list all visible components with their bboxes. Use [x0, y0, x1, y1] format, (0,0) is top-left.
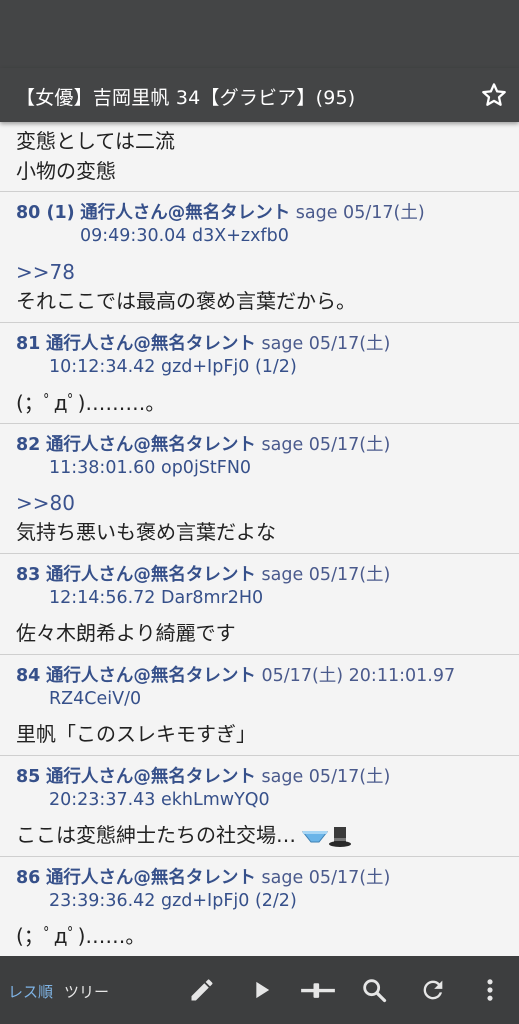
post-author[interactable]: 通行人さん@無名タレント: [46, 666, 256, 686]
post-85[interactable]: 85 通行人さん@無名タレント sage 05/17(土) 20:23:37.4…: [0, 756, 519, 857]
post-number[interactable]: 84: [16, 666, 40, 686]
briefs-icon: [302, 830, 329, 842]
tab-res-order[interactable]: レス順: [8, 981, 53, 1002]
post-id[interactable]: 11:38:01.60 op0jStFN0: [49, 457, 251, 480]
post-id[interactable]: 20:23:37.43 ekhLmwYQ0: [49, 789, 270, 812]
post-author[interactable]: 通行人さん@無名タレント: [46, 334, 256, 354]
more-vert-icon[interactable]: [476, 976, 504, 1004]
post-header: 86 通行人さん@無名タレント sage 05/17(土): [16, 867, 511, 890]
post-header: 82 通行人さん@無名タレント sage 05/17(土): [16, 434, 511, 457]
post-meta: sage 05/17(土): [261, 565, 391, 585]
post-header: 84 通行人さん@無名タレント 05/17(土) 20:11:01.97: [16, 665, 511, 688]
post-meta: sage 05/17(土): [261, 767, 391, 787]
slider-icon[interactable]: [300, 976, 336, 1004]
thread-content[interactable]: 変態としては二流 小物の変態 80 (1) 通行人さん@無名タレント sage …: [0, 122, 519, 956]
post-meta: sage 05/17(土): [261, 334, 391, 354]
post-header: 80 (1) 通行人さん@無名タレント sage 05/17(土): [16, 202, 511, 225]
tab-tree[interactable]: ツリー: [64, 981, 109, 1002]
post-number[interactable]: 80 (1): [16, 203, 75, 223]
post-84[interactable]: 84 通行人さん@無名タレント 05/17(土) 20:11:01.97 RZ4…: [0, 655, 519, 756]
post-body-line: 変態としては二流: [16, 129, 175, 153]
post-number[interactable]: 82: [16, 435, 40, 455]
post-body-line: 小物の変態: [16, 159, 116, 183]
post-82[interactable]: 82 通行人さん@無名タレント sage 05/17(土) 11:38:01.6…: [0, 424, 519, 554]
post-83[interactable]: 83 通行人さん@無名タレント sage 05/17(土) 12:14:56.7…: [0, 554, 519, 655]
post-header: 85 通行人さん@無名タレント sage 05/17(土): [16, 766, 511, 789]
bottom-toolbar: レス順 ツリー: [0, 956, 519, 1024]
search-icon[interactable]: [360, 976, 388, 1004]
pencil-icon[interactable]: [188, 976, 216, 1004]
star-outline-icon[interactable]: [479, 80, 509, 110]
post-body-line: それここでは最高の褒め言葉だから。: [16, 289, 356, 313]
post-header: 81 通行人さん@無名タレント sage 05/17(土): [16, 333, 511, 356]
post-body: ここは変態紳士たちの社交場…: [16, 820, 352, 851]
post-id[interactable]: 09:49:30.04 d3X+zxfb0: [80, 225, 289, 248]
post-meta: sage 05/17(土): [261, 868, 391, 888]
post-id[interactable]: 12:14:56.72 Dar8mr2H0: [49, 587, 263, 610]
post-meta: 05/17(土) 20:11:01.97: [261, 666, 456, 686]
post-id[interactable]: 10:12:34.42 gzd+IpFj0 (1/2): [49, 356, 297, 379]
app-bar: 【女優】吉岡里帆 34【グラビア】(95): [0, 68, 519, 122]
post-body-line: 佐々木朗希より綺麗です: [16, 621, 236, 645]
post-author[interactable]: 通行人さん@無名タレント: [46, 767, 256, 787]
post-author[interactable]: 通行人さん@無名タレント: [46, 435, 256, 455]
post-body-line: (；ﾟдﾟ)………。: [16, 391, 166, 415]
post-body-line: 気持ち悪いも褒め言葉だよな: [16, 520, 276, 544]
post-number[interactable]: 86: [16, 868, 40, 888]
post-author[interactable]: 通行人さん@無名タレント: [46, 565, 256, 585]
post-id[interactable]: 23:39:36.42 gzd+IpFj0 (2/2): [49, 890, 297, 913]
post-id[interactable]: RZ4CeiV/0: [49, 688, 141, 711]
post-author[interactable]: 通行人さん@無名タレント: [80, 203, 290, 223]
top-hat-icon: [329, 826, 352, 847]
post-body-line: (；ﾟдﾟ)……。: [16, 924, 146, 948]
post-body-line: ここは変態紳士たちの社交場…: [16, 823, 296, 847]
post-number[interactable]: 83: [16, 565, 40, 585]
thread-title: 【女優】吉岡里帆 34【グラビア】(95): [16, 87, 356, 109]
post-meta: sage 05/17(土): [261, 435, 391, 455]
post-80[interactable]: 80 (1) 通行人さん@無名タレント sage 05/17(土) 09:49:…: [0, 192, 519, 323]
post-author[interactable]: 通行人さん@無名タレント: [46, 868, 256, 888]
post-86[interactable]: 86 通行人さん@無名タレント sage 05/17(土) 23:39:36.4…: [0, 857, 519, 956]
post-number[interactable]: 85: [16, 767, 40, 787]
status-bar: [0, 0, 519, 68]
post-body-line: 里帆「このスレキモすぎ」: [16, 722, 256, 746]
play-icon[interactable]: [247, 976, 275, 1004]
post-partial: 変態としては二流 小物の変態: [0, 122, 519, 192]
reply-anchor[interactable]: >>80: [16, 488, 75, 519]
post-meta: sage 05/17(土): [295, 203, 425, 223]
post-81[interactable]: 81 通行人さん@無名タレント sage 05/17(土) 10:12:34.4…: [0, 323, 519, 424]
refresh-icon[interactable]: [419, 976, 447, 1004]
post-number[interactable]: 81: [16, 334, 40, 354]
post-header: 83 通行人さん@無名タレント sage 05/17(土): [16, 564, 511, 587]
reply-anchor[interactable]: >>78: [16, 257, 75, 288]
